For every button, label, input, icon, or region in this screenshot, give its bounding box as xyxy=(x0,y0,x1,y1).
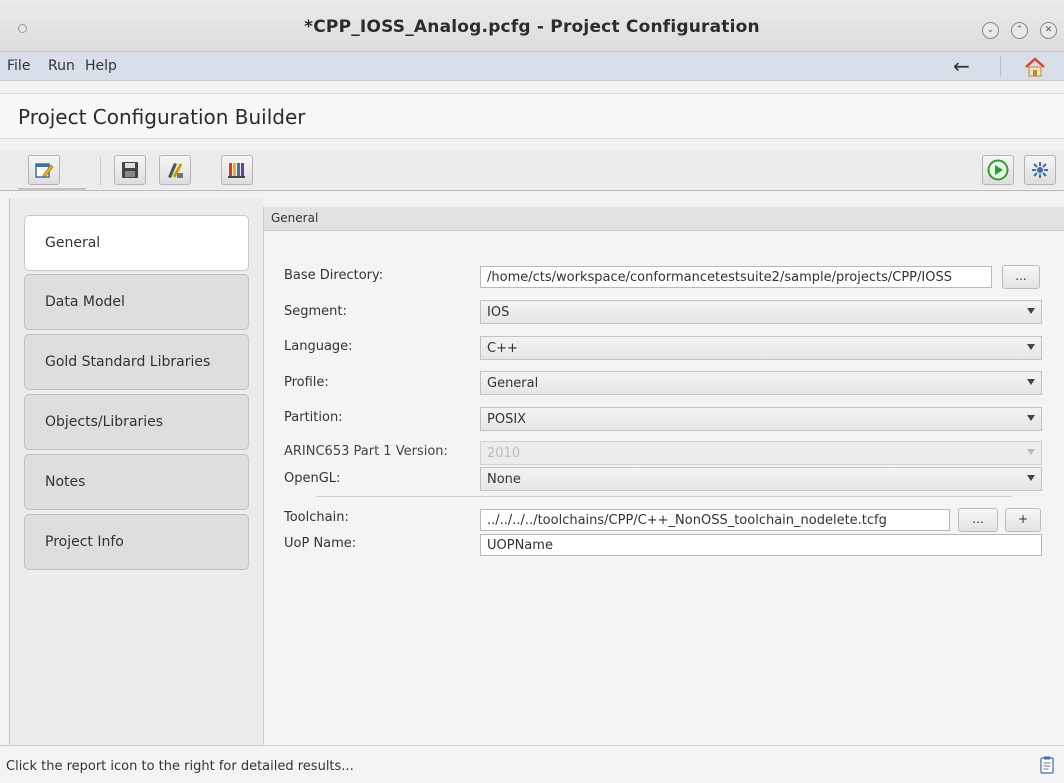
chevron-down-icon xyxy=(1027,308,1035,314)
toolchain-browse-button[interactable]: ... xyxy=(958,508,998,532)
uop-name-field[interactable]: UOPName xyxy=(480,534,1042,556)
tab-data-model[interactable]: Data Model xyxy=(24,274,249,330)
tab-label: Project Info xyxy=(45,534,124,550)
profile-value: General xyxy=(487,376,539,391)
opengl-select[interactable]: None xyxy=(480,467,1042,491)
run-icon[interactable] xyxy=(982,155,1014,185)
language-value: C++ xyxy=(487,341,518,356)
close-icon[interactable]: ✕ xyxy=(1040,22,1057,39)
arinc-version-label: ARINC653 Part 1 Version: xyxy=(284,444,448,459)
title-bar: *CPP_IOSS_Analog.pcfg - Project Configur… xyxy=(0,0,1064,52)
tab-label: Gold Standard Libraries xyxy=(45,354,211,370)
menu-run[interactable]: Run xyxy=(48,58,75,74)
segment-select[interactable]: IOS xyxy=(480,300,1042,324)
page-title: Project Configuration Builder xyxy=(18,105,306,129)
general-panel: General Base Directory: /home/cts/worksp… xyxy=(263,207,1064,745)
partition-select[interactable]: POSIX xyxy=(480,407,1042,431)
section-title: General xyxy=(271,211,319,225)
home-icon[interactable] xyxy=(1024,57,1046,77)
minimize-icon[interactable]: ⌄ xyxy=(982,22,999,39)
menu-separator xyxy=(1000,56,1001,77)
status-bar: Click the report icon to the right for d… xyxy=(0,745,1064,783)
window-title: *CPP_IOSS_Analog.pcfg - Project Configur… xyxy=(304,17,760,37)
segment-value: IOS xyxy=(487,305,510,320)
tool-icon[interactable] xyxy=(159,155,191,185)
arinc-version-select: 2010 xyxy=(480,441,1042,465)
edit-icon[interactable] xyxy=(28,155,60,185)
toolbar-separator xyxy=(100,157,101,185)
toolchain-field[interactable]: ../../../../toolchains/CPP/C++_NonOSS_to… xyxy=(480,509,950,531)
tab-objects-libraries[interactable]: Objects/Libraries xyxy=(24,394,249,450)
maximize-icon[interactable]: ⌃ xyxy=(1011,22,1028,39)
book-icon[interactable] xyxy=(221,155,253,185)
chevron-down-icon xyxy=(1027,379,1035,385)
partition-value: POSIX xyxy=(487,412,527,427)
language-label: Language: xyxy=(284,339,353,354)
settings-icon[interactable] xyxy=(1024,155,1056,185)
menu-help[interactable]: Help xyxy=(85,58,117,74)
toolbar-active-indicator xyxy=(18,188,86,191)
toolchain-add-button[interactable]: + xyxy=(1005,508,1041,532)
profile-select[interactable]: General xyxy=(480,371,1042,395)
tab-general[interactable]: General xyxy=(24,215,249,271)
tab-label: Data Model xyxy=(45,294,125,310)
toolbar xyxy=(0,151,1064,191)
base-directory-browse-button[interactable]: ... xyxy=(1002,265,1040,289)
builder-header: Project Configuration Builder xyxy=(0,93,1064,139)
report-icon[interactable] xyxy=(1040,756,1054,774)
opengl-value: None xyxy=(487,472,521,487)
chevron-down-icon xyxy=(1027,449,1035,455)
save-icon[interactable] xyxy=(114,155,146,185)
menu-file[interactable]: File xyxy=(7,58,30,74)
tab-panel: General Data Model Gold Standard Librari… xyxy=(9,198,263,746)
tab-label: Notes xyxy=(45,474,86,490)
base-directory-field[interactable]: /home/cts/workspace/conformancetestsuite… xyxy=(480,266,992,288)
status-text: Click the report icon to the right for d… xyxy=(6,759,354,774)
form-divider xyxy=(316,496,1012,497)
arinc-version-value: 2010 xyxy=(487,446,521,461)
partition-label: Partition: xyxy=(284,410,343,425)
language-select[interactable]: C++ xyxy=(480,336,1042,360)
opengl-label: OpenGL: xyxy=(284,471,341,486)
tab-notes[interactable]: Notes xyxy=(24,454,249,510)
chevron-down-icon xyxy=(1027,344,1035,350)
segment-label: Segment: xyxy=(284,304,347,319)
chevron-down-icon xyxy=(1027,415,1035,421)
tab-label: General xyxy=(45,235,101,251)
tab-project-info[interactable]: Project Info xyxy=(24,514,249,570)
tab-label: Objects/Libraries xyxy=(45,414,164,430)
profile-label: Profile: xyxy=(284,375,329,390)
uop-name-label: UoP Name: xyxy=(284,536,357,551)
tab-gold-standard-libraries[interactable]: Gold Standard Libraries xyxy=(24,334,249,390)
toolchain-label: Toolchain: xyxy=(284,510,349,525)
back-arrow-icon[interactable]: ← xyxy=(953,54,970,78)
menu-bar: File Run Help ← xyxy=(0,52,1064,81)
section-header: General xyxy=(264,207,1064,231)
chevron-down-icon xyxy=(1027,475,1035,481)
base-directory-label: Base Directory: xyxy=(284,268,384,283)
